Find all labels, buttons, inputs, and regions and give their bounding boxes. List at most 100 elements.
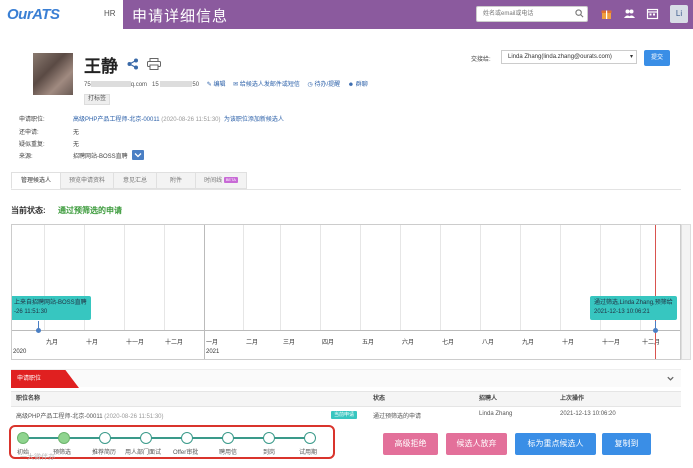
top-header: OurATS HR 申请详细信息 Li — [0, 0, 693, 29]
timeline-event-screen[interactable]: 通过筛选,Linda Zhang,预筛给 2021-12-13 10:06:21 — [590, 296, 677, 320]
source-label: 来源: — [19, 154, 33, 160]
tab-timeline[interactable]: 时间线 BETA — [195, 172, 247, 189]
tab-opinions[interactable]: 意见汇总 — [113, 172, 157, 189]
source-dropdown-button[interactable] — [131, 150, 144, 161]
send-email-link[interactable]: ✉ 给候选人发邮件或短信 — [233, 82, 300, 88]
abandon-button[interactable]: 候选人放弃 — [446, 433, 507, 455]
stage-label: 到岗 — [263, 450, 276, 456]
users-icon[interactable] — [623, 7, 636, 20]
month-label: 四月 — [322, 340, 335, 346]
position-link[interactable]: 高级PHP产品工程师-北京-00011 — [73, 117, 160, 123]
share-icon[interactable] — [127, 58, 139, 70]
col-last-action: 上次操作 — [560, 396, 585, 402]
stage-dot-interview[interactable] — [140, 432, 152, 444]
month-label: 六月 — [402, 340, 415, 346]
month-label: 三月 — [283, 340, 296, 346]
tag-button[interactable]: 打标签 — [84, 94, 110, 105]
chevron-down-icon — [134, 153, 142, 158]
month-label: 十一月 — [126, 340, 145, 346]
grid-line — [400, 225, 401, 330]
stage-label: Offer审批 — [173, 450, 199, 456]
status-label: 当前状态: — [11, 206, 46, 215]
month-label: 十一月 — [602, 340, 621, 346]
stage-dot-probation[interactable] — [304, 432, 316, 444]
chevron-down-icon[interactable] — [666, 374, 675, 383]
tab-preview[interactable]: 预览申请资料 — [60, 172, 114, 189]
edit-label: 编辑 — [213, 82, 226, 88]
row-status: 通过预筛选的申请 — [373, 414, 422, 420]
event-time: 2021-12-13 10:06:21 — [594, 309, 650, 315]
watermark: 一大微伴办 — [20, 454, 55, 461]
stage-label: 用人部门面试 — [125, 450, 162, 456]
info-source-row: 来源: 招聘网站-BOSS直聘 — [19, 150, 144, 161]
stage-dot-initial[interactable] — [17, 432, 29, 444]
month-label: 二月 — [246, 340, 259, 346]
grid-line — [520, 225, 521, 330]
grid-line — [440, 225, 441, 330]
calendar-icon[interactable] — [646, 7, 659, 20]
search-input[interactable] — [477, 7, 573, 21]
timeline-axis — [12, 330, 680, 331]
page-title: 申请详细信息 — [132, 8, 229, 25]
event-time: -26 11:51:30 — [14, 309, 48, 315]
dropdown-arrow-icon: ▾ — [629, 54, 633, 60]
tab-divider — [11, 189, 681, 190]
grid-line — [280, 225, 281, 330]
current-badge: 当前申请 — [331, 411, 358, 419]
stage-dot-letter[interactable] — [222, 432, 234, 444]
copy-to-button[interactable]: 复制到 — [602, 433, 651, 455]
transfer-select[interactable]: Linda Zhang(linda.zhang@ourats.com) ▾ — [501, 50, 637, 64]
month-label: 十月 — [86, 340, 99, 346]
timeline-chart[interactable]: 九月 十月 十一月 十二月 一月 二月 三月 四月 五月 六月 七月 八月 九月… — [11, 224, 681, 360]
stage-dot-offer[interactable] — [181, 432, 193, 444]
printer-icon[interactable] — [147, 58, 161, 70]
phone-blur — [160, 81, 193, 88]
timeline-event-apply[interactable]: 上来自招聘网站-BOSS直聘 -26 11:51:30 — [12, 296, 91, 320]
grid-line — [320, 225, 321, 330]
candidate-photo — [33, 53, 73, 95]
contact-row: 75 q.com 15 50 ✎ 编辑 ✉ 给候选人发邮件或短信 ◷ 待办/提醒 … — [84, 79, 368, 88]
month-label: 七月 — [442, 340, 455, 346]
applications-label: 申请职位 — [11, 370, 79, 388]
mark-key-button[interactable]: 标为重点候选人 — [515, 433, 596, 455]
month-label: 八月 — [482, 340, 495, 346]
comment-link[interactable]: ☻ 群聊 — [348, 82, 368, 88]
user-avatar[interactable]: Li — [670, 5, 688, 23]
todo-link[interactable]: ◷ 待办/提醒 — [308, 82, 341, 88]
search-icon[interactable] — [575, 9, 584, 18]
todo-label: 待办/提醒 — [314, 82, 341, 88]
grid-line — [560, 225, 561, 330]
event-text: 上来自招聘网站-BOSS直聘 — [14, 300, 87, 306]
phone-suffix: 50 — [192, 82, 200, 88]
row-position[interactable]: 高级PHP产品工程师-北京-00011 (2020-08-26 11:51:30… — [16, 411, 164, 420]
search-box[interactable] — [476, 6, 588, 22]
ourats-logo[interactable]: OurATS — [7, 6, 60, 23]
send-email-label: 给候选人发邮件或短信 — [239, 82, 300, 88]
row-last-action: 2021-12-13 10:06:20 — [560, 411, 616, 417]
timeline-scrollbar[interactable] — [681, 224, 691, 360]
tab-attachments[interactable]: 附件 — [156, 172, 196, 189]
current-badge-label: 当前申请 — [331, 411, 358, 419]
tab-manage[interactable]: 管理候选人 — [11, 172, 61, 189]
stage-dot-prescreen[interactable] — [58, 432, 70, 444]
month-label: 十月 — [562, 340, 575, 346]
beta-badge: BETA — [223, 177, 238, 184]
email-blur — [90, 81, 131, 88]
col-status: 状态 — [373, 396, 386, 402]
edit-link[interactable]: ✎ 编辑 — [207, 82, 226, 88]
stage-label: 预筛选 — [53, 450, 72, 456]
reject-button[interactable]: 高级拒绝 — [383, 433, 438, 455]
comment-label: 群聊 — [355, 82, 368, 88]
stage-dot-recommend[interactable] — [99, 432, 111, 444]
month-label: 十二月 — [165, 340, 184, 346]
info-dup-row: 疑似重复: 无 — [19, 139, 79, 148]
submit-button[interactable]: 提交 — [644, 50, 670, 66]
add-candidate-link[interactable]: 为该职位添加新候选人 — [224, 117, 284, 123]
stage-dot-onboard[interactable] — [263, 432, 275, 444]
col-recruiter: 招聘人 — [479, 396, 498, 402]
event-dot[interactable] — [653, 328, 658, 333]
event-dot[interactable] — [36, 328, 41, 333]
grid-line — [164, 225, 165, 330]
stage-label: 推荐简历 — [92, 450, 117, 456]
gift-icon[interactable] — [600, 7, 613, 20]
